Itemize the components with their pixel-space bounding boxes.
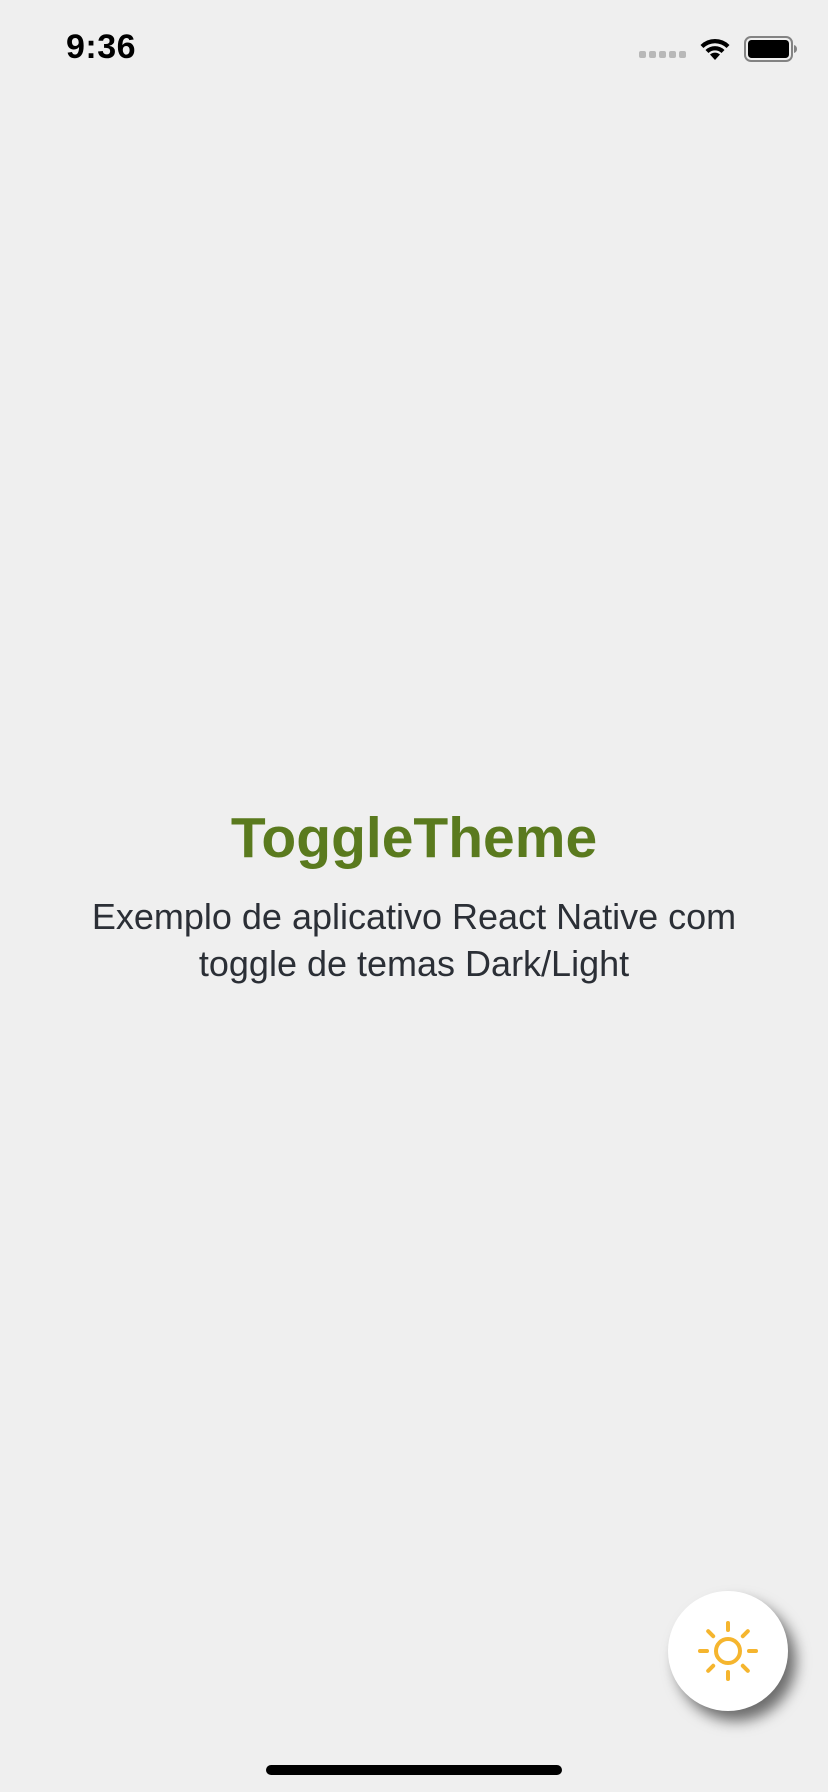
status-bar: 9:36 <box>0 0 828 100</box>
sun-icon <box>697 1620 759 1682</box>
wifi-icon <box>698 36 732 62</box>
main-content: ToggleTheme Exemplo de aplicativo React … <box>0 795 828 987</box>
status-time: 9:36 <box>66 28 137 66</box>
cellular-signal-icon <box>639 50 686 58</box>
theme-toggle-button[interactable] <box>668 1591 788 1711</box>
home-indicator[interactable] <box>266 1765 562 1775</box>
app-screen: 9:36 ToggleTheme Exemplo de aplicativo R… <box>0 0 828 1792</box>
app-title: ToggleTheme <box>230 806 598 870</box>
battery-icon <box>744 36 798 62</box>
status-icons <box>639 34 798 64</box>
app-subtitle: Exemplo de aplicativo React Native com t… <box>91 896 737 984</box>
